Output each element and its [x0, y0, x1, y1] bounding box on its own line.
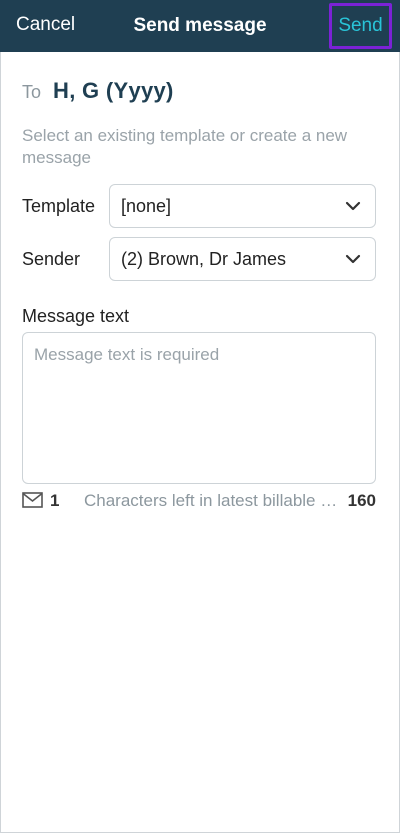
- chevron-down-icon: [345, 201, 361, 211]
- chevron-down-icon: [345, 254, 361, 264]
- header-bar: Cancel Send message Send: [0, 0, 400, 52]
- message-text-input[interactable]: [22, 332, 376, 484]
- recipient-row: To H, G (Yyyy): [22, 78, 174, 104]
- message-count: 1: [50, 491, 60, 510]
- envelope-icon: [22, 492, 43, 508]
- chars-left-value: 160: [347, 491, 376, 510]
- send-button[interactable]: Send: [329, 3, 392, 49]
- recipient-name: H, G (Yyyy): [53, 78, 174, 103]
- to-label: To: [22, 82, 42, 102]
- cancel-button[interactable]: Cancel: [16, 14, 75, 36]
- chars-left-label: Characters left in latest billable messa…: [84, 491, 340, 510]
- message-text-label: Message text: [22, 306, 130, 326]
- sender-value: (2) Brown, Dr James: [121, 248, 287, 269]
- message-footer: 1 Characters left in latest billable mes…: [22, 490, 376, 512]
- sender-select[interactable]: (2) Brown, Dr James: [109, 237, 376, 281]
- template-label: Template: [22, 196, 96, 216]
- template-hint: Select an existing template or create a …: [22, 126, 348, 167]
- template-select[interactable]: [none]: [109, 184, 376, 228]
- template-value: [none]: [121, 195, 172, 216]
- sender-label: Sender: [22, 249, 81, 269]
